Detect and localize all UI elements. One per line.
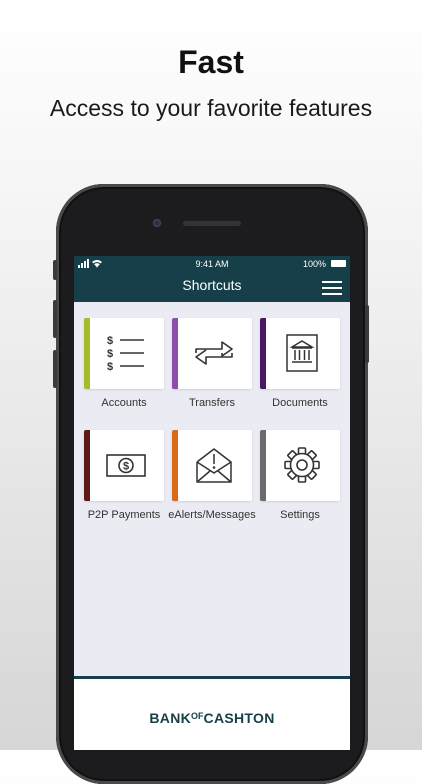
footer: BANKOFCASHTON bbox=[74, 676, 350, 750]
gear-icon bbox=[284, 447, 320, 483]
volume-up-button bbox=[53, 300, 57, 338]
svg-text:$: $ bbox=[107, 348, 113, 360]
power-button bbox=[365, 305, 369, 363]
page-title: Shortcuts bbox=[182, 277, 242, 293]
logo-text-bank: BANK bbox=[149, 710, 192, 726]
logo-text-cashton: CASHTON bbox=[203, 710, 275, 726]
shortcut-transfers[interactable]: Transfers bbox=[172, 318, 252, 409]
hamburger-menu-icon[interactable] bbox=[322, 279, 342, 295]
shortcut-documents[interactable]: Documents bbox=[260, 318, 340, 409]
alert-envelope-icon bbox=[196, 448, 232, 483]
svg-text:$: $ bbox=[123, 461, 129, 473]
transfer-arrows-icon bbox=[195, 341, 233, 365]
earpiece-speaker bbox=[183, 221, 241, 226]
front-camera bbox=[153, 219, 161, 227]
money-bill-icon: $ bbox=[106, 454, 146, 477]
shortcut-card bbox=[172, 318, 252, 389]
shortcut-label: Documents bbox=[272, 397, 328, 409]
bank-building-icon bbox=[286, 334, 318, 372]
shortcut-settings[interactable]: Settings bbox=[260, 430, 340, 521]
shortcut-card bbox=[172, 430, 252, 501]
accounts-list-icon: $ $ $ bbox=[107, 335, 144, 373]
app-screen: 9:41 AM 100% Shortcuts $ $ $ Accounts Tr… bbox=[74, 256, 350, 750]
svg-text:$: $ bbox=[107, 361, 113, 373]
bank-logo: BANKOFCASHTON bbox=[74, 710, 350, 726]
shortcut-accounts[interactable]: $ $ $ Accounts bbox=[84, 318, 164, 409]
logo-text-of: OF bbox=[191, 711, 204, 721]
status-bar: 9:41 AM 100% bbox=[74, 256, 350, 272]
accent-bar bbox=[84, 430, 90, 501]
shortcut-ealerts-messages[interactable]: eAlerts/Messages bbox=[168, 430, 256, 521]
accent-bar bbox=[172, 318, 178, 389]
mute-switch bbox=[53, 260, 57, 280]
volume-down-button bbox=[53, 350, 57, 388]
nav-bar: Shortcuts bbox=[74, 272, 350, 302]
shortcut-card bbox=[260, 318, 340, 389]
accent-bar bbox=[260, 318, 266, 389]
battery-percentage: 100% bbox=[302, 259, 326, 269]
battery-icon bbox=[331, 260, 346, 267]
accent-bar bbox=[84, 318, 90, 389]
svg-text:$: $ bbox=[107, 335, 113, 347]
shortcut-p2p-payments[interactable]: $ P2P Payments bbox=[84, 430, 164, 521]
shortcut-card bbox=[260, 430, 340, 501]
accent-bar bbox=[172, 430, 178, 501]
promo-subtitle: Access to your favorite features bbox=[49, 95, 373, 121]
promo-title: Fast bbox=[178, 44, 244, 80]
shortcut-label: Settings bbox=[280, 509, 320, 521]
accent-bar bbox=[260, 430, 266, 501]
shortcut-card: $ bbox=[84, 430, 164, 501]
shortcut-card: $ $ $ bbox=[84, 318, 164, 389]
